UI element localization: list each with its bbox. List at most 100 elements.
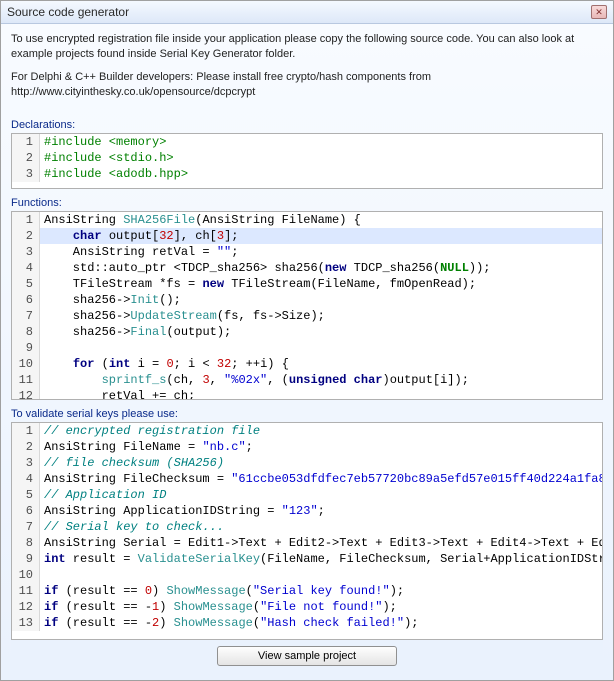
code-content[interactable]: sha256->Init(); bbox=[40, 292, 602, 308]
code-line[interactable]: 6 sha256->Init(); bbox=[12, 292, 602, 308]
code-content[interactable]: if (result == -1) ShowMessage("File not … bbox=[40, 599, 602, 615]
code-line[interactable]: 9int result = ValidateSerialKey(FileName… bbox=[12, 551, 602, 567]
code-line[interactable]: 10 for (int i = 0; i < 32; ++i) { bbox=[12, 356, 602, 372]
code-content[interactable] bbox=[40, 340, 602, 356]
line-number: 8 bbox=[12, 535, 40, 551]
intro-line-2: For Delphi & C++ Builder developers: Ple… bbox=[11, 70, 603, 100]
code-line[interactable]: 4 std::auto_ptr <TDCP_sha256> sha256(new… bbox=[12, 260, 602, 276]
code-content[interactable]: if (result == 0) ShowMessage("Serial key… bbox=[40, 583, 602, 599]
close-button[interactable]: ✕ bbox=[591, 5, 607, 19]
code-content[interactable]: // Serial key to check... bbox=[40, 519, 602, 535]
functions-label: Functions: bbox=[11, 197, 603, 209]
code-line[interactable]: 5 TFileStream *fs = new TFileStream(File… bbox=[12, 276, 602, 292]
window-title: Source code generator bbox=[7, 5, 129, 19]
line-number: 2 bbox=[12, 228, 40, 244]
line-number: 9 bbox=[12, 340, 40, 356]
line-number: 5 bbox=[12, 487, 40, 503]
code-content[interactable]: // Application ID bbox=[40, 487, 602, 503]
code-line[interactable]: 7 sha256->UpdateStream(fs, fs->Size); bbox=[12, 308, 602, 324]
code-line[interactable]: 3#include <adodb.hpp> bbox=[12, 166, 602, 182]
line-number: 3 bbox=[12, 166, 40, 182]
code-content[interactable]: #include <stdio.h> bbox=[40, 150, 602, 166]
line-number: 13 bbox=[12, 615, 40, 631]
code-content[interactable]: std::auto_ptr <TDCP_sha256> sha256(new T… bbox=[40, 260, 602, 276]
line-number: 1 bbox=[12, 212, 40, 228]
code-content[interactable]: AnsiString Serial = Edit1->Text + Edit2-… bbox=[40, 535, 603, 551]
line-number: 4 bbox=[12, 260, 40, 276]
code-line[interactable]: 9 bbox=[12, 340, 602, 356]
code-content[interactable]: AnsiString ApplicationIDString = "123"; bbox=[40, 503, 602, 519]
code-content[interactable]: sprintf_s(ch, 3, "%02x", (unsigned char)… bbox=[40, 372, 602, 388]
line-number: 2 bbox=[12, 150, 40, 166]
code-line[interactable]: 8AnsiString Serial = Edit1->Text + Edit2… bbox=[12, 535, 602, 551]
intro-text: To use encrypted registration file insid… bbox=[11, 32, 603, 107]
validate-label: To validate serial keys please use: bbox=[11, 408, 603, 420]
line-number: 2 bbox=[12, 439, 40, 455]
code-content[interactable]: int result = ValidateSerialKey(FileName,… bbox=[40, 551, 603, 567]
line-number: 5 bbox=[12, 276, 40, 292]
code-content[interactable]: AnsiString retVal = ""; bbox=[40, 244, 602, 260]
code-line[interactable]: 12if (result == -1) ShowMessage("File no… bbox=[12, 599, 602, 615]
code-line[interactable]: 3 AnsiString retVal = ""; bbox=[12, 244, 602, 260]
code-content[interactable]: sha256->UpdateStream(fs, fs->Size); bbox=[40, 308, 602, 324]
code-line[interactable]: 4AnsiString FileChecksum = "61ccbe053dfd… bbox=[12, 471, 602, 487]
code-line[interactable]: 3// file checksum (SHA256) bbox=[12, 455, 602, 471]
line-number: 9 bbox=[12, 551, 40, 567]
line-number: 4 bbox=[12, 471, 40, 487]
code-line[interactable]: 2#include <stdio.h> bbox=[12, 150, 602, 166]
line-number: 6 bbox=[12, 503, 40, 519]
functions-editor[interactable]: 1AnsiString SHA256File(AnsiString FileNa… bbox=[11, 211, 603, 400]
code-content[interactable]: char output[32], ch[3]; bbox=[40, 228, 602, 244]
declarations-label: Declarations: bbox=[11, 119, 603, 131]
line-number: 7 bbox=[12, 519, 40, 535]
line-number: 1 bbox=[12, 423, 40, 439]
close-icon: ✕ bbox=[595, 7, 603, 18]
code-content[interactable]: TFileStream *fs = new TFileStream(FileNa… bbox=[40, 276, 602, 292]
line-number: 6 bbox=[12, 292, 40, 308]
line-number: 8 bbox=[12, 324, 40, 340]
declarations-editor[interactable]: 1#include <memory>2#include <stdio.h>3#i… bbox=[11, 133, 603, 189]
code-line[interactable]: 10 bbox=[12, 567, 602, 583]
code-line[interactable]: 5// Application ID bbox=[12, 487, 602, 503]
code-content[interactable]: AnsiString SHA256File(AnsiString FileNam… bbox=[40, 212, 602, 228]
line-number: 11 bbox=[12, 372, 40, 388]
line-number: 12 bbox=[12, 599, 40, 615]
line-number: 11 bbox=[12, 583, 40, 599]
intro-line-1: To use encrypted registration file insid… bbox=[11, 32, 603, 62]
code-content[interactable]: #include <memory> bbox=[40, 134, 602, 150]
line-number: 12 bbox=[12, 388, 40, 400]
code-line[interactable]: 11if (result == 0) ShowMessage("Serial k… bbox=[12, 583, 602, 599]
code-line[interactable]: 13if (result == -2) ShowMessage("Hash ch… bbox=[12, 615, 602, 631]
code-line[interactable]: 8 sha256->Final(output); bbox=[12, 324, 602, 340]
code-line[interactable]: 11 sprintf_s(ch, 3, "%02x", (unsigned ch… bbox=[12, 372, 602, 388]
line-number: 10 bbox=[12, 567, 40, 583]
code-line[interactable]: 1#include <memory> bbox=[12, 134, 602, 150]
code-content[interactable] bbox=[40, 567, 602, 583]
footer: View sample project bbox=[11, 640, 603, 674]
code-content[interactable]: AnsiString FileName = "nb.c"; bbox=[40, 439, 602, 455]
code-line[interactable]: 7// Serial key to check... bbox=[12, 519, 602, 535]
view-sample-button[interactable]: View sample project bbox=[217, 646, 397, 666]
content-area: To use encrypted registration file insid… bbox=[1, 24, 613, 680]
code-line[interactable]: 6AnsiString ApplicationIDString = "123"; bbox=[12, 503, 602, 519]
code-line[interactable]: 2 char output[32], ch[3]; bbox=[12, 228, 602, 244]
code-content[interactable]: if (result == -2) ShowMessage("Hash chec… bbox=[40, 615, 602, 631]
code-content[interactable]: // file checksum (SHA256) bbox=[40, 455, 602, 471]
line-number: 7 bbox=[12, 308, 40, 324]
code-line[interactable]: 1AnsiString SHA256File(AnsiString FileNa… bbox=[12, 212, 602, 228]
window-titlebar: Source code generator ✕ bbox=[1, 1, 613, 24]
line-number: 1 bbox=[12, 134, 40, 150]
code-content[interactable]: sha256->Final(output); bbox=[40, 324, 602, 340]
code-line[interactable]: 2AnsiString FileName = "nb.c"; bbox=[12, 439, 602, 455]
line-number: 3 bbox=[12, 455, 40, 471]
line-number: 3 bbox=[12, 244, 40, 260]
code-line[interactable]: 1// encrypted registration file bbox=[12, 423, 602, 439]
code-line[interactable]: 12 retVal += ch; bbox=[12, 388, 602, 400]
code-content[interactable]: #include <adodb.hpp> bbox=[40, 166, 602, 182]
validate-editor[interactable]: 1// encrypted registration file2AnsiStri… bbox=[11, 422, 603, 640]
code-content[interactable]: AnsiString FileChecksum = "61ccbe053dfdf… bbox=[40, 471, 603, 487]
line-number: 10 bbox=[12, 356, 40, 372]
code-content[interactable]: // encrypted registration file bbox=[40, 423, 602, 439]
code-content[interactable]: retVal += ch; bbox=[40, 388, 602, 400]
code-content[interactable]: for (int i = 0; i < 32; ++i) { bbox=[40, 356, 602, 372]
